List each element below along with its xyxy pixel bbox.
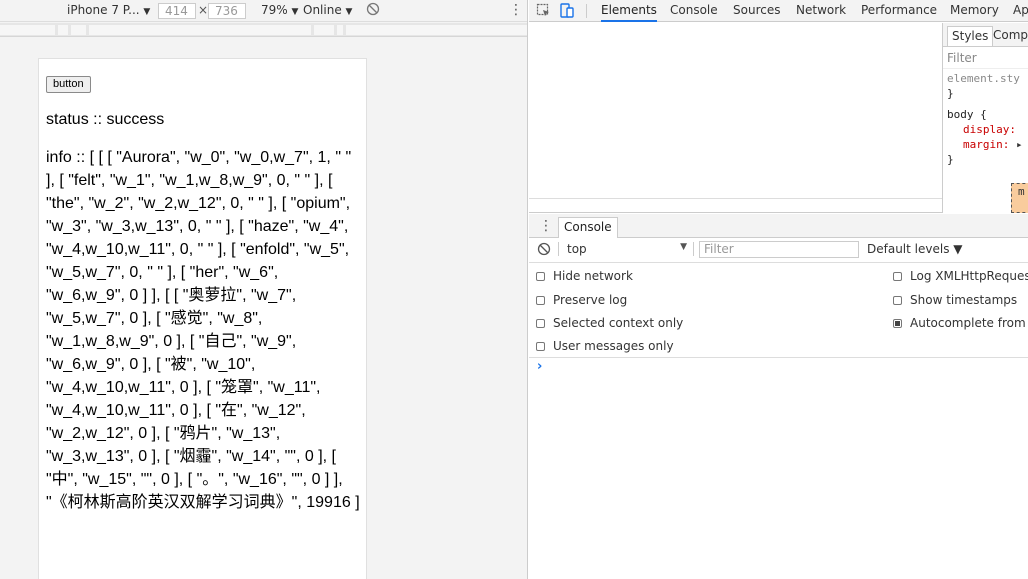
- tab-computed[interactable]: Compu: [989, 26, 1028, 46]
- drawer-tab-console[interactable]: Console: [558, 217, 618, 238]
- zoom-select[interactable]: 79% ▼: [261, 3, 298, 17]
- tab-application[interactable]: Ap: [1013, 0, 1028, 22]
- margin-property-name: margin:: [963, 138, 1010, 151]
- network-value: Online: [303, 3, 342, 17]
- show-timestamps-option[interactable]: Show timestamps: [893, 293, 1017, 307]
- dimension-times-icon: ×: [198, 3, 209, 17]
- console-filter-input[interactable]: Filter: [699, 241, 859, 258]
- tab-performance[interactable]: Performance: [861, 0, 937, 22]
- autocomplete-option[interactable]: Autocomplete from his: [893, 316, 1028, 330]
- styles-filter-input[interactable]: Filter: [943, 47, 1028, 69]
- page-content: button status :: success info :: [ [ [ "…: [39, 59, 366, 514]
- styles-tab-bar: Styles Compu: [943, 23, 1028, 47]
- device-height-input[interactable]: 736: [208, 3, 246, 19]
- tab-memory[interactable]: Memory: [950, 0, 999, 22]
- log-xhr-option[interactable]: Log XMLHttpRequests: [893, 269, 1028, 283]
- user-messages-option[interactable]: User messages only: [536, 339, 674, 353]
- context-value: top: [567, 242, 587, 256]
- margin-property[interactable]: margin: ▸ 8: [947, 137, 1028, 152]
- hide-network-option[interactable]: Hide network: [536, 269, 633, 283]
- zoom-value: 79%: [261, 3, 288, 17]
- tab-styles[interactable]: Styles: [947, 26, 994, 46]
- chevron-down-icon: ▼: [680, 242, 687, 252]
- context-select[interactable]: top ▼: [567, 242, 687, 256]
- preserve-log-label: Preserve log: [553, 293, 628, 307]
- tab-network[interactable]: Network: [796, 0, 846, 22]
- clear-console-icon[interactable]: [537, 242, 551, 259]
- device-emulation-pane: iPhone 7 P... ▼ 414 × 736 79% ▼ Online ▼…: [0, 0, 528, 579]
- log-xhr-label: Log XMLHttpRequests: [910, 269, 1028, 283]
- hide-network-checkbox[interactable]: [536, 272, 545, 281]
- tab-console[interactable]: Console: [670, 0, 718, 22]
- rule-close-brace: }: [947, 153, 954, 166]
- info-text: info :: [ [ [ "Aurora", "w_0", "w_0,w_7"…: [46, 149, 360, 511]
- chevron-down-icon: ▼: [291, 7, 299, 17]
- user-messages-label: User messages only: [553, 339, 674, 353]
- selected-context-label: Selected context only: [553, 316, 684, 330]
- autocomplete-checkbox[interactable]: [893, 319, 902, 328]
- devtools-tab-bar: Elements Console Sources Network Perform…: [529, 0, 1028, 22]
- device-select[interactable]: iPhone 7 P... ▼: [67, 3, 150, 17]
- styles-pane: Styles Compu Filter element.sty } body {…: [942, 23, 1028, 213]
- display-property[interactable]: display:: [947, 122, 1024, 137]
- inspect-element-icon[interactable]: [536, 3, 551, 21]
- log-levels-select[interactable]: Default levels ▼: [867, 242, 963, 256]
- device-toolbar: iPhone 7 P... ▼ 414 × 736 79% ▼ Online ▼…: [0, 0, 527, 22]
- tab-sources[interactable]: Sources: [733, 0, 780, 22]
- rule-close-brace: }: [947, 87, 954, 100]
- more-options-icon[interactable]: ⋮: [509, 2, 523, 18]
- device-toolbar-toggle-icon[interactable]: [560, 3, 574, 22]
- rotate-icon[interactable]: [366, 2, 380, 19]
- preserve-log-option[interactable]: Preserve log: [536, 293, 627, 307]
- element-style-selector: element.sty: [947, 72, 1020, 85]
- tab-elements[interactable]: Elements: [601, 0, 657, 22]
- show-timestamps-checkbox[interactable]: [893, 296, 902, 305]
- elements-dom-tree[interactable]: [529, 23, 942, 213]
- console-prompt-icon[interactable]: ›: [537, 359, 542, 374]
- show-timestamps-label: Show timestamps: [910, 293, 1018, 307]
- body-rule-selector[interactable]: body {: [947, 107, 1024, 122]
- autocomplete-label: Autocomplete from his: [910, 316, 1028, 330]
- emulated-viewport: button status :: success info :: [ [ [ "…: [38, 58, 367, 579]
- devtools-panel: Elements Console Sources Network Perform…: [529, 0, 1028, 579]
- console-toolbar: top ▼ Filter Default levels ▼: [529, 238, 1028, 263]
- device-width-input[interactable]: 414: [158, 3, 196, 19]
- hide-network-label: Hide network: [553, 269, 633, 283]
- styles-rules: element.sty } body { display: margin: ▸ …: [943, 69, 1028, 169]
- preserve-log-checkbox[interactable]: [536, 296, 545, 305]
- status-text: status :: success: [46, 111, 165, 128]
- drawer-menu-icon[interactable]: ⋮: [539, 218, 553, 234]
- drawer-tab-bar: ⋮ Console: [529, 214, 1028, 238]
- device-name: iPhone 7 P...: [67, 3, 140, 17]
- chevron-down-icon: ▼: [345, 7, 353, 17]
- log-xhr-checkbox[interactable]: [893, 272, 902, 281]
- page-button[interactable]: button: [46, 76, 91, 93]
- console-drawer: ⋮ Console top ▼ Filter Default levels ▼ …: [529, 214, 1028, 579]
- console-settings: Hide network Preserve log Selected conte…: [529, 263, 1028, 358]
- selected-context-checkbox[interactable]: [536, 319, 545, 328]
- user-messages-checkbox[interactable]: [536, 342, 545, 351]
- selected-context-option[interactable]: Selected context only: [536, 316, 683, 330]
- box-model-diagram[interactable]: m: [1011, 183, 1028, 213]
- box-model-margin-label: m: [1018, 185, 1025, 198]
- chevron-down-icon: ▼: [143, 7, 151, 17]
- expand-triangle-icon[interactable]: ▸ 8: [1016, 138, 1028, 151]
- network-throttle-select[interactable]: Online ▼: [303, 3, 352, 17]
- media-query-ruler[interactable]: [0, 23, 527, 37]
